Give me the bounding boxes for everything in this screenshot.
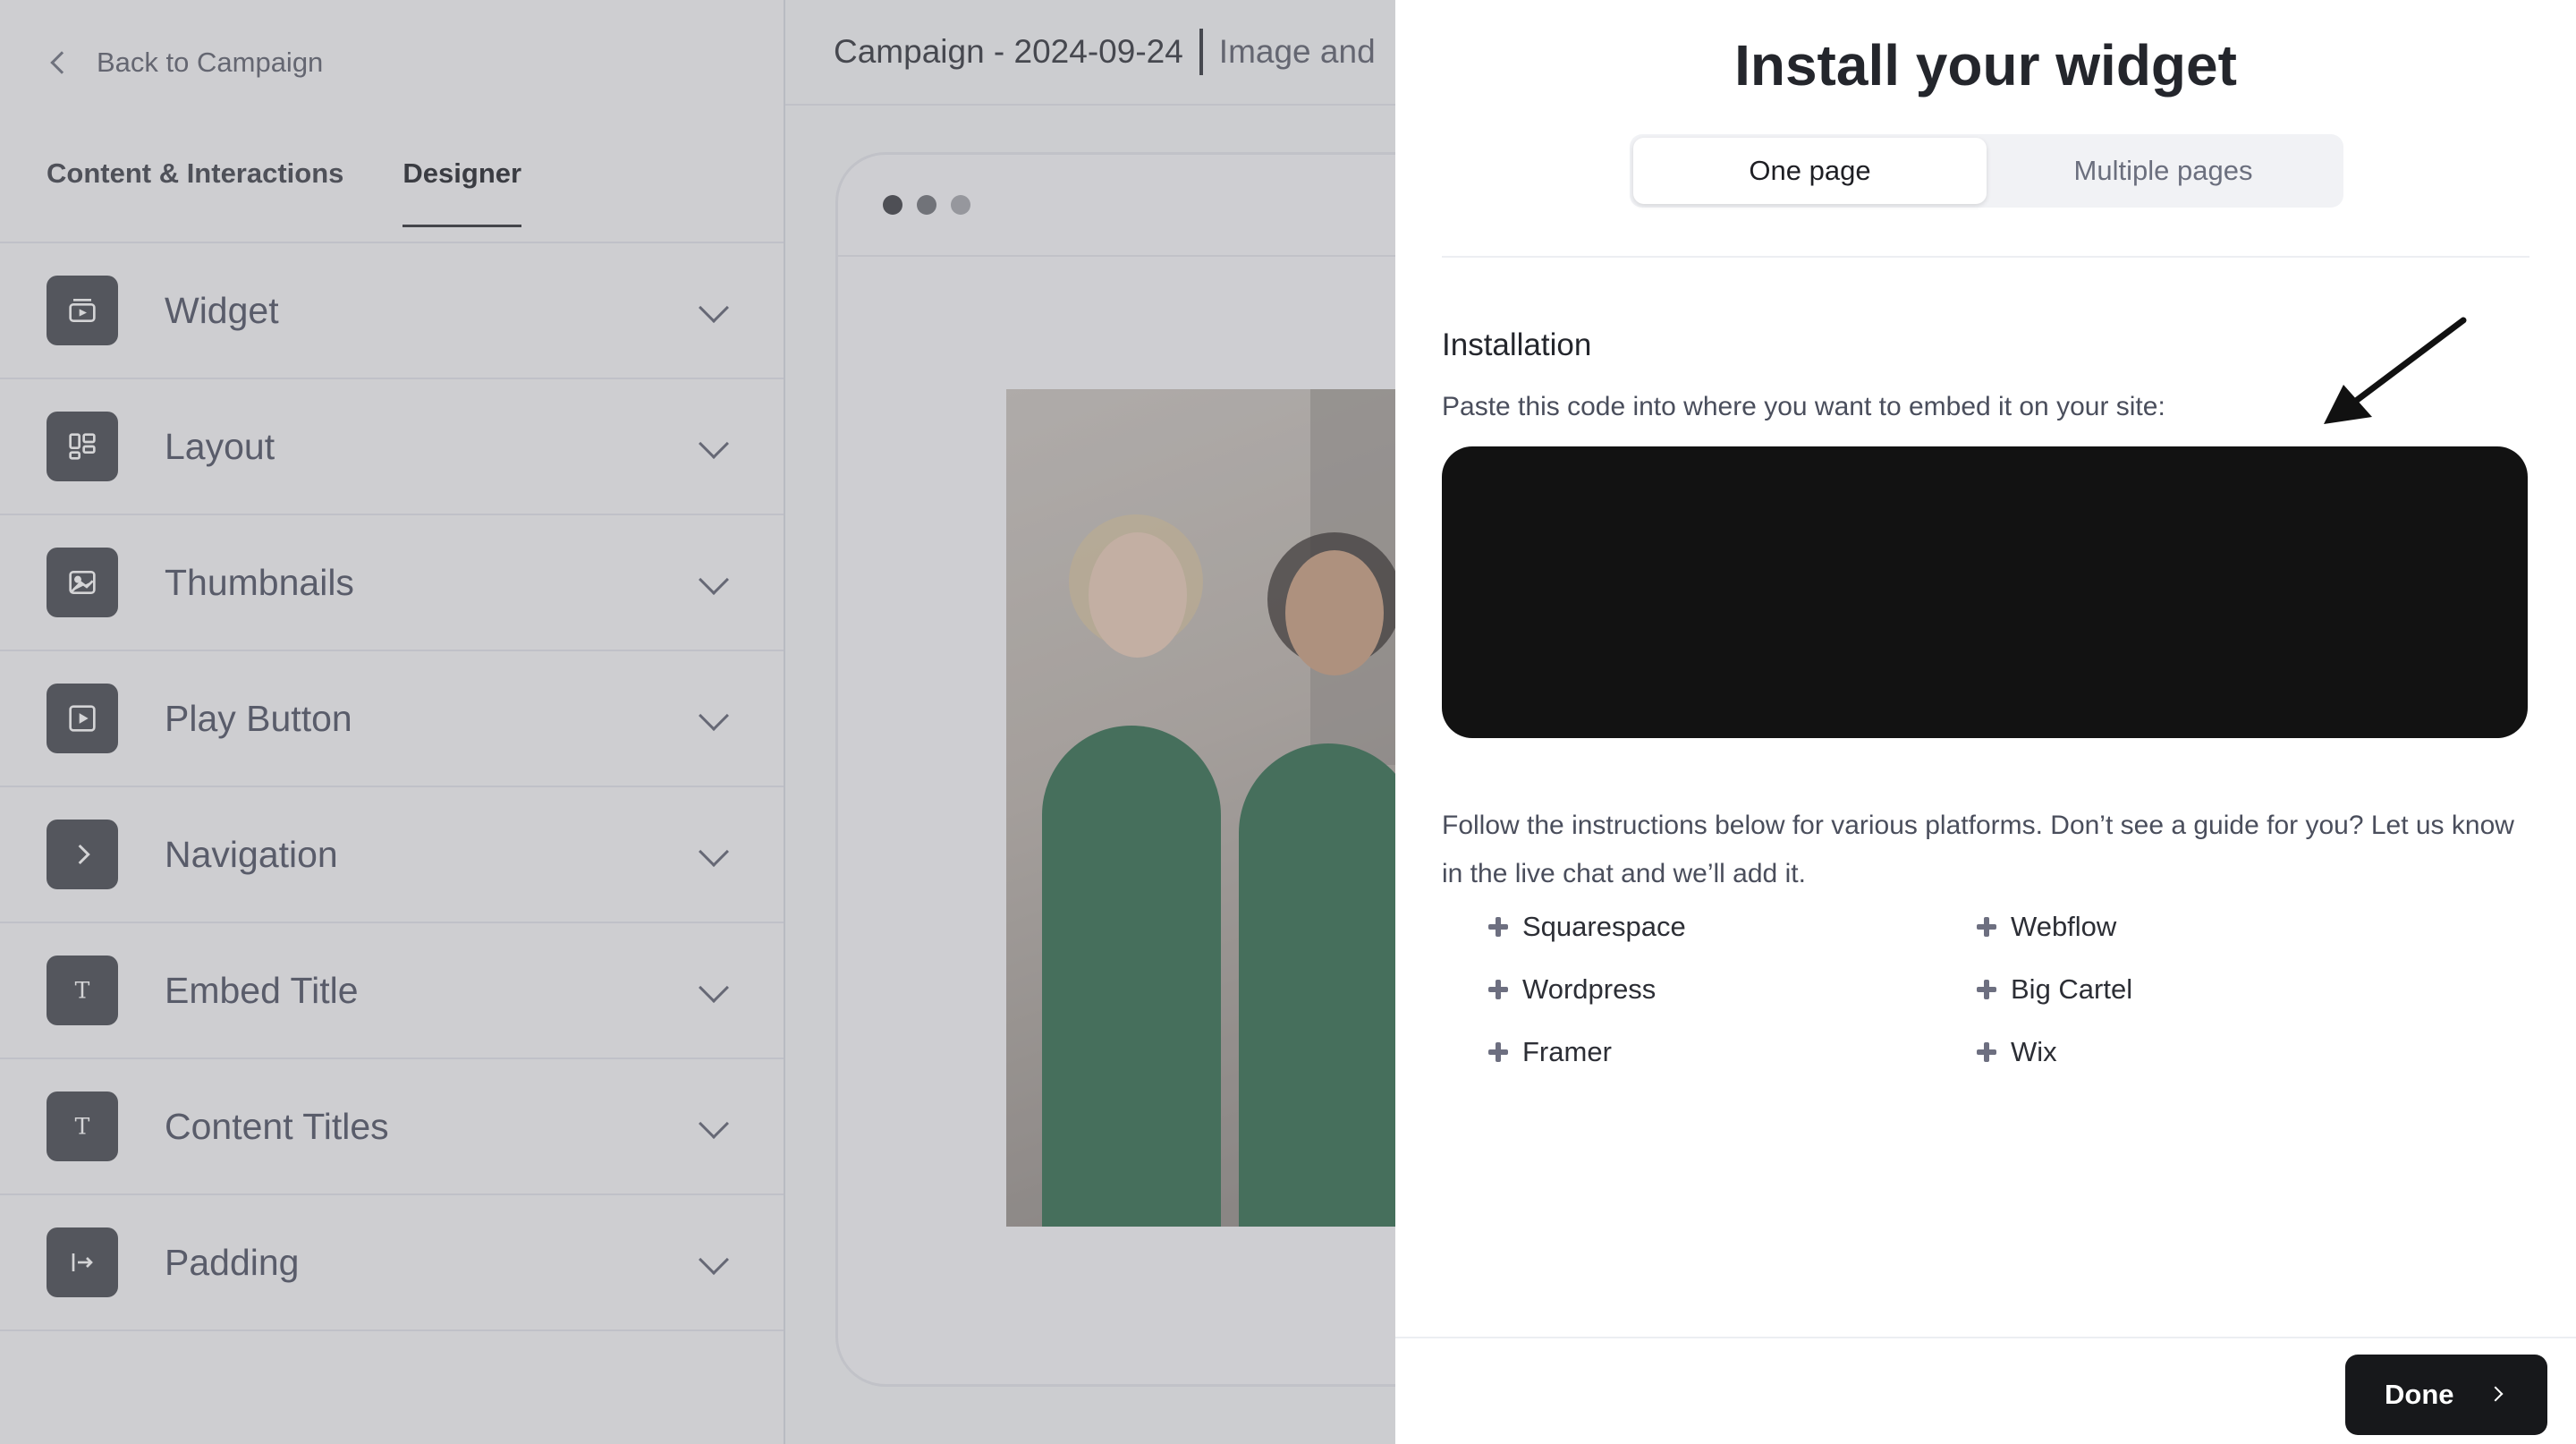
chevron-left-icon — [50, 51, 73, 74]
text-icon: T — [47, 1091, 118, 1161]
window-dot — [951, 195, 970, 215]
widget-icon — [47, 276, 118, 345]
chevron-right-icon — [47, 820, 118, 889]
panel-title: Install your widget — [1734, 33, 2237, 98]
platform-wix[interactable]: Wix — [1977, 1036, 2245, 1068]
tab-designer[interactable]: Designer — [402, 157, 521, 227]
installation-heading: Installation — [1442, 327, 1592, 362]
chevron-down-icon — [699, 837, 729, 867]
section-embed-title[interactable]: T Embed Title — [0, 923, 784, 1059]
installation-subtitle: Paste this code into where you want to e… — [1442, 392, 2165, 421]
play-icon — [47, 684, 118, 753]
plus-icon — [1488, 917, 1508, 937]
photo-figure — [1285, 550, 1384, 675]
plus-icon — [1977, 917, 1996, 937]
image-icon — [47, 548, 118, 617]
chevron-right-icon — [2487, 1386, 2504, 1402]
browser-bar — [838, 155, 1395, 257]
campaign-title: Campaign - 2024-09-24 — [834, 33, 1183, 70]
section-navigation[interactable]: Navigation — [0, 787, 784, 923]
designer-sections: Widget Layout Thumbnails Play Button Nav… — [0, 242, 784, 1331]
platform-label: Wix — [2011, 1036, 2057, 1067]
panel-divider — [1442, 256, 2529, 258]
section-padding[interactable]: Padding — [0, 1195, 784, 1331]
chevron-down-icon — [699, 701, 729, 731]
back-to-campaign-link[interactable]: Back to Campaign — [47, 47, 323, 79]
section-label: Play Button — [165, 697, 352, 739]
photo-figure — [1042, 726, 1221, 1227]
done-button[interactable]: Done — [2345, 1355, 2547, 1435]
text-icon: T — [47, 956, 118, 1025]
platform-label: Webflow — [2011, 911, 2117, 942]
chevron-down-icon — [699, 565, 729, 595]
tab-multiple-pages[interactable]: Multiple pages — [1987, 138, 2340, 204]
svg-text:T: T — [75, 1113, 90, 1139]
section-label: Content Titles — [165, 1105, 389, 1147]
chevron-down-icon — [699, 1108, 729, 1139]
platform-big-cartel[interactable]: Big Cartel — [1977, 973, 2245, 1006]
tab-one-page[interactable]: One page — [1633, 138, 1987, 204]
arrow-icon — [2324, 317, 2467, 424]
platform-squarespace[interactable]: Squarespace — [1488, 911, 1977, 943]
section-label: Padding — [165, 1241, 300, 1283]
platform-label: Framer — [1522, 1036, 1612, 1067]
photo-figure — [1089, 532, 1187, 658]
install-mode-toggle: One page Multiple pages — [1630, 134, 2343, 208]
section-label: Navigation — [165, 833, 338, 875]
preview-area: Campaign - 2024-09-24 Image and — [785, 0, 1395, 1444]
preview-topbar: Campaign - 2024-09-24 Image and — [785, 0, 1395, 106]
tab-content-interactions[interactable]: Content & Interactions — [47, 157, 343, 225]
photo-figure — [1239, 743, 1395, 1227]
layout-icon — [47, 412, 118, 481]
section-content-titles[interactable]: T Content Titles — [0, 1059, 784, 1195]
platform-framer[interactable]: Framer — [1488, 1036, 1977, 1068]
plus-icon — [1488, 980, 1508, 999]
chevron-down-icon — [699, 1244, 729, 1275]
platform-wordpress[interactable]: Wordpress — [1488, 973, 1977, 1006]
chevron-down-icon — [699, 429, 729, 459]
platform-label: Wordpress — [1522, 973, 1657, 1005]
embed-code-box[interactable] — [1442, 446, 2528, 738]
designer-sidebar: Back to Campaign Content & Interactions … — [0, 0, 785, 1444]
section-layout[interactable]: Layout — [0, 379, 784, 515]
plus-icon — [1977, 980, 1996, 999]
platform-instructions-text: Follow the instructions below for variou… — [1442, 811, 2514, 888]
chevron-down-icon — [699, 293, 729, 323]
section-thumbnails[interactable]: Thumbnails — [0, 515, 784, 651]
sidebar-tabs: Content & Interactions Designer — [47, 157, 521, 227]
plus-icon — [1977, 1042, 1996, 1062]
window-dot — [917, 195, 936, 215]
install-widget-panel: Install your widget One page Multiple pa… — [1395, 0, 2576, 1444]
done-label: Done — [2385, 1379, 2454, 1410]
chevron-down-icon — [699, 973, 729, 1003]
platform-label: Squarespace — [1522, 911, 1686, 942]
widget-preview-image[interactable] — [1006, 389, 1395, 1227]
platform-label: Big Cartel — [2011, 973, 2133, 1005]
title-separator — [1199, 29, 1203, 75]
window-dot — [883, 195, 902, 215]
section-label: Widget — [165, 289, 279, 331]
browser-mockup — [835, 152, 1395, 1387]
plus-icon — [1488, 1042, 1508, 1062]
platform-webflow[interactable]: Webflow — [1977, 911, 2245, 943]
platform-list: Squarespace Webflow Wordpress Big Cartel… — [1488, 911, 2132, 1068]
campaign-mode: Image and — [1218, 33, 1376, 70]
svg-text:T: T — [75, 977, 90, 1003]
section-label: Layout — [165, 425, 275, 467]
padding-icon — [47, 1227, 118, 1297]
section-widget[interactable]: Widget — [0, 243, 784, 379]
section-label: Thumbnails — [165, 561, 354, 603]
footer-divider — [1395, 1337, 2576, 1338]
back-label: Back to Campaign — [97, 47, 324, 78]
section-play-button[interactable]: Play Button — [0, 651, 784, 787]
section-label: Embed Title — [165, 969, 359, 1011]
